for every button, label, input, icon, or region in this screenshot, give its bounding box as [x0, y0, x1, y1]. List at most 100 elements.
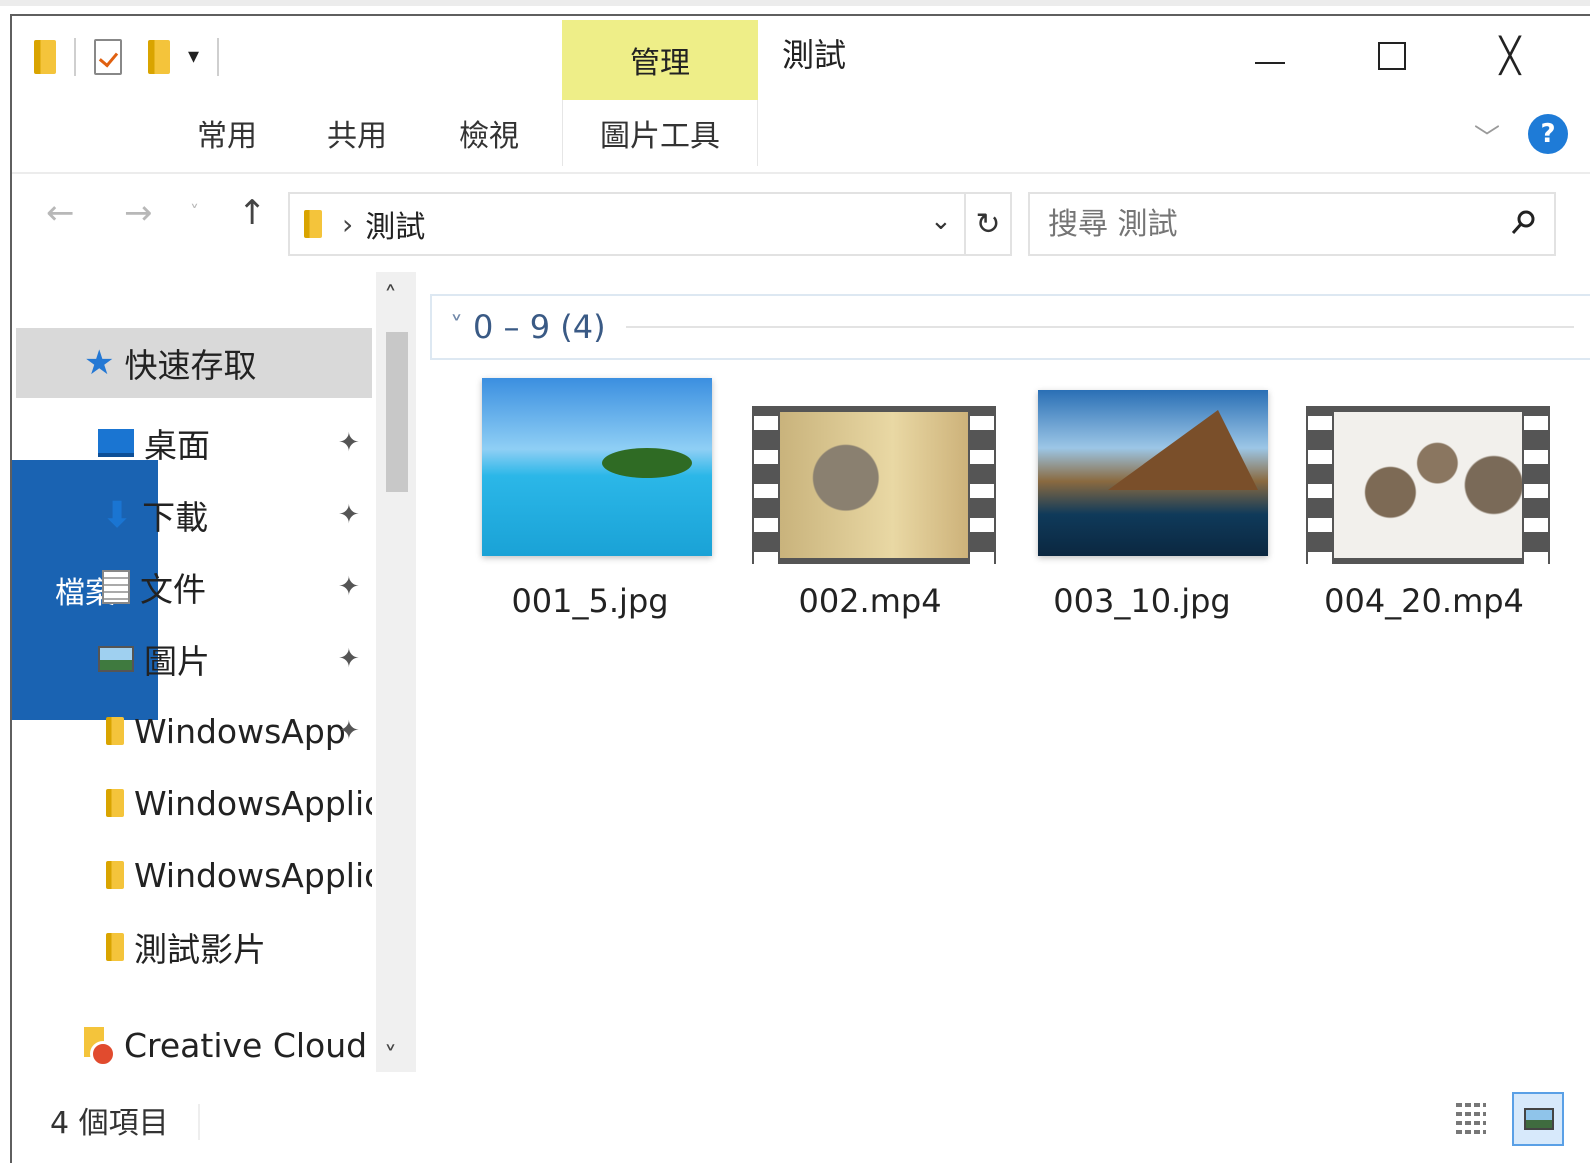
group-divider	[625, 326, 1574, 328]
pin-icon[interactable]: ✦	[338, 500, 360, 530]
file-item[interactable]: 003_10.jpg	[1012, 376, 1272, 636]
top-edge	[0, 0, 1590, 6]
navigation-bar: ← → ˅ ↑ › 測試 ⌄ ↻	[12, 182, 1590, 258]
tab-view[interactable]: 檢視	[444, 100, 534, 166]
sidebar-item-test-videos[interactable]: 測試影片	[12, 912, 372, 982]
search-input[interactable]	[1048, 206, 1468, 242]
sidebar-item-label: WindowsApp	[134, 711, 346, 751]
expand-ribbon-icon[interactable]: ﹀	[1474, 118, 1500, 155]
toolbar-separator	[217, 38, 220, 76]
minimize-icon	[1255, 62, 1285, 64]
sidebar-item-label: 文件	[140, 570, 206, 609]
navigation-pane: ★ 快速存取 桌面 ✦ ⬇ 下載 ✦ 文件 ✦ 圖片 ✦ WindowsApp …	[12, 274, 382, 1074]
collapse-group-icon[interactable]: ˅	[450, 312, 463, 342]
file-name: 004_20.mp4	[1324, 582, 1524, 620]
film-strip-edge	[970, 406, 994, 564]
file-item[interactable]: 004_20.mp4	[1294, 376, 1554, 636]
pin-icon[interactable]: ✦	[338, 572, 360, 602]
details-view-icon[interactable]	[1450, 1096, 1492, 1142]
back-button[interactable]: ←	[46, 196, 75, 230]
scroll-thumb[interactable]	[386, 332, 408, 492]
file-item[interactable]: 002.mp4	[740, 376, 1000, 636]
pin-icon[interactable]: ✦	[338, 644, 360, 674]
tab-picture-tools[interactable]: 圖片工具	[562, 100, 758, 166]
pin-icon[interactable]: ✦	[338, 716, 360, 746]
tab-home[interactable]: 常用	[182, 100, 272, 166]
minimize-button[interactable]	[1240, 26, 1300, 86]
breadcrumb-current[interactable]: 測試	[365, 202, 425, 246]
tab-share[interactable]: 共用	[312, 100, 402, 166]
sidebar-item-windowsapp-1[interactable]: WindowsApp ✦	[12, 696, 372, 766]
sidebar-item-label: 下載	[142, 498, 209, 537]
island-shape	[602, 448, 692, 478]
file-name: 003_10.jpg	[1053, 582, 1231, 620]
quick-access-toolbar: ▾	[34, 32, 237, 82]
image-thumbnail[interactable]	[482, 378, 712, 556]
document-icon	[102, 570, 130, 604]
properties-icon[interactable]	[94, 39, 122, 75]
maximize-button[interactable]	[1362, 26, 1422, 86]
close-icon: ╳	[1499, 36, 1521, 76]
video-frame	[1334, 412, 1522, 558]
sidebar-item-windowsapp-2[interactable]: WindowsApplic	[12, 768, 372, 838]
scroll-down-icon[interactable]: ˅	[384, 1042, 397, 1072]
sidebar-item-pictures[interactable]: 圖片 ✦	[12, 624, 372, 694]
group-header[interactable]: ˅ 0 – 9 (4)	[430, 294, 1590, 360]
image-thumbnail[interactable]	[1038, 390, 1268, 556]
video-thumbnail[interactable]	[752, 406, 996, 564]
star-icon: ★	[84, 343, 115, 383]
sidebar-item-desktop[interactable]: 桌面 ✦	[12, 408, 372, 478]
sidebar-item-label: WindowsApplic	[134, 855, 372, 895]
sidebar-item-label: 測試影片	[134, 930, 266, 969]
folder-icon	[106, 861, 124, 889]
help-button[interactable]: ?	[1528, 114, 1568, 154]
new-folder-icon[interactable]	[148, 40, 170, 74]
sidebar-item-windowsapp-3[interactable]: WindowsApplic	[12, 840, 372, 910]
sidebar-item-documents[interactable]: 文件 ✦	[12, 552, 372, 622]
sidebar-item-downloads[interactable]: ⬇ 下載 ✦	[12, 480, 372, 550]
customize-toolbar-dropdown[interactable]: ▾	[188, 46, 199, 68]
window-title: 測試	[782, 36, 847, 74]
recent-locations-button[interactable]: ˅	[190, 204, 199, 222]
status-separator	[198, 1104, 200, 1140]
folder-icon	[304, 210, 322, 238]
mountain-shape	[1108, 410, 1258, 490]
search-icon[interactable]	[1508, 208, 1538, 238]
search-box[interactable]	[1028, 192, 1556, 256]
forward-button[interactable]: →	[124, 196, 153, 230]
refresh-button[interactable]: ↻	[964, 194, 1010, 254]
film-strip-edge	[1308, 406, 1332, 564]
film-strip-edge	[754, 406, 778, 564]
address-dropdown-icon[interactable]: ⌄	[930, 206, 952, 236]
address-bar[interactable]: › 測試 ⌄ ↻	[288, 192, 1012, 256]
video-thumbnail[interactable]	[1306, 406, 1550, 564]
folder-icon	[34, 40, 56, 74]
sidebar-item-quick-access[interactable]: ★ 快速存取	[16, 328, 372, 398]
sidebar-scrollbar[interactable]: ˄ ˅	[376, 272, 416, 1072]
download-icon: ⬇	[102, 494, 133, 536]
ribbon-tabs: 檔案 常用 共用 檢視 圖片工具 ﹀ ?	[12, 100, 1590, 720]
pin-icon[interactable]: ✦	[338, 428, 360, 458]
sidebar-item-label: 快速存取	[124, 346, 257, 385]
sidebar-item-creative-cloud[interactable]: Creative Cloud Fi	[12, 1010, 372, 1080]
tab-manage[interactable]: 管理	[562, 20, 758, 100]
status-bar: 4 個項目	[12, 1086, 1590, 1156]
toolbar-separator	[74, 38, 76, 76]
desktop-icon	[98, 429, 134, 457]
creative-cloud-icon	[84, 1027, 116, 1067]
sidebar-item-label: Creative Cloud Fi	[124, 1025, 372, 1065]
item-count: 4 個項目	[50, 1106, 169, 1141]
group-label: 0 – 9 (4)	[473, 308, 606, 346]
file-name: 001_5.jpg	[511, 582, 669, 620]
close-button[interactable]: ╳	[1480, 26, 1540, 86]
scroll-up-icon[interactable]: ˄	[384, 282, 397, 312]
folder-icon	[106, 717, 124, 745]
maximize-icon	[1378, 42, 1406, 70]
folder-icon	[106, 789, 124, 817]
ribbon-divider	[12, 172, 1590, 174]
breadcrumb-separator-icon[interactable]: ›	[342, 208, 353, 241]
up-button[interactable]: ↑	[238, 196, 267, 230]
file-item[interactable]: 001_5.jpg	[460, 376, 720, 636]
sidebar-item-label: 圖片	[144, 642, 210, 681]
large-icons-view-icon[interactable]	[1512, 1092, 1564, 1146]
